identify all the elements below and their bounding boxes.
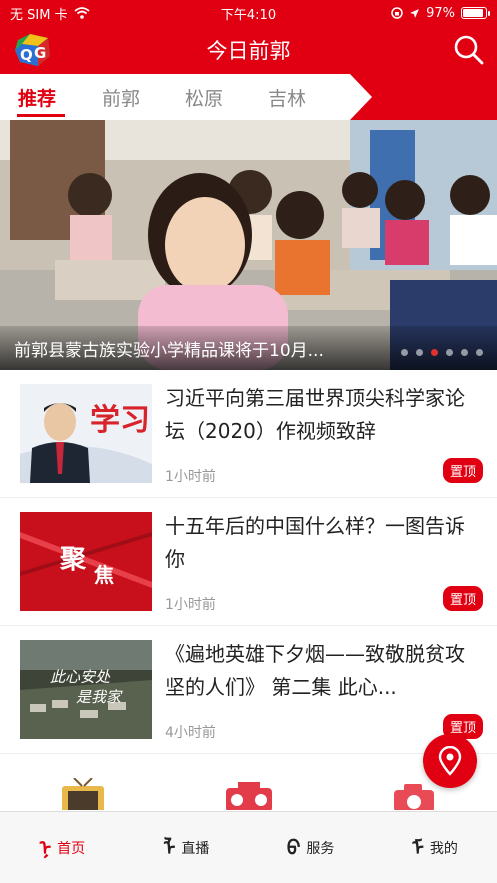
tab-mine-label: 我的 bbox=[429, 840, 458, 857]
news-thumbnail: 学习 bbox=[20, 384, 152, 483]
news-title: 习近平向第三届世界顶尖科学家论坛（2020）作视频致辞 bbox=[165, 386, 465, 443]
category-tabs: 推荐 前郭 松原 吉林 bbox=[0, 74, 497, 120]
carousel-dot[interactable] bbox=[476, 349, 483, 356]
thumbnail-text: 焦 bbox=[94, 563, 114, 587]
news-thumbnail: 此心安处 是我家 bbox=[20, 640, 152, 739]
carousel-dot[interactable] bbox=[446, 349, 453, 356]
thumbnail-text: 学习 bbox=[90, 403, 150, 438]
rotation-lock-icon bbox=[391, 7, 403, 19]
carrier-label: 无 SIM 卡 bbox=[10, 7, 68, 23]
battery-percent: 97% bbox=[426, 5, 455, 21]
bottom-tab-bar: ᠨ 首页 ᠯ 直播 ᠪ 服务 ᠮ 我的 bbox=[0, 811, 497, 883]
carousel-dots bbox=[401, 349, 483, 356]
thumbnail-text: 聚 bbox=[59, 545, 87, 575]
radio-icon bbox=[226, 782, 272, 810]
tab-home-label: 首页 bbox=[57, 840, 86, 857]
status-right: 97% bbox=[391, 5, 490, 21]
thumbnail-text: 是我家 bbox=[76, 688, 123, 706]
pinned-badge: 置顶 bbox=[442, 586, 483, 611]
thumbnail-text: 此心安处 bbox=[50, 668, 111, 686]
news-thumbnail: 聚 焦 bbox=[20, 512, 152, 611]
tab-qianguo[interactable]: 前郭 bbox=[102, 84, 140, 111]
status-bar: 无 SIM 卡 下午4:10 97% bbox=[0, 0, 497, 26]
carousel-dot-active[interactable] bbox=[431, 349, 438, 356]
banner-caption: 前郭县蒙古族实验小学精品课将于10月... bbox=[0, 326, 497, 370]
tabs-arrow-shape bbox=[0, 74, 497, 120]
tab-home[interactable]: ᠨ 首页 bbox=[0, 812, 124, 883]
tab-live-label: 直播 bbox=[181, 840, 210, 857]
svg-text:Q: Q bbox=[20, 46, 33, 64]
active-tab-indicator bbox=[17, 114, 65, 117]
service-mongolian-glyph-icon: ᠪ bbox=[286, 835, 301, 860]
tv-icon bbox=[62, 778, 104, 810]
search-icon[interactable] bbox=[453, 34, 485, 66]
tab-recommend[interactable]: 推荐 bbox=[18, 84, 56, 111]
nav-bar: Q G 今日前郭 bbox=[0, 26, 497, 74]
news-time: 4小时前 bbox=[165, 725, 216, 741]
location-button[interactable] bbox=[423, 734, 477, 788]
list-item[interactable]: 学习 习近平向第三届世界顶尖科学家论坛（2020）作视频致辞 1小时前 置顶 bbox=[0, 370, 497, 498]
tab-service-label: 服务 bbox=[306, 840, 335, 857]
news-title: 十五年后的中国什么样？一图告诉你 bbox=[165, 514, 465, 571]
banner-title: 前郭县蒙古族实验小学精品课将于10月... bbox=[14, 341, 324, 361]
svg-text:G: G bbox=[34, 44, 46, 62]
service-icons-row bbox=[0, 778, 497, 810]
news-time: 1小时前 bbox=[165, 469, 216, 485]
pinned-badge: 置顶 bbox=[442, 458, 483, 483]
location-arrow-icon bbox=[410, 8, 420, 18]
carousel-dot[interactable] bbox=[401, 349, 408, 356]
tab-jilin[interactable]: 吉林 bbox=[268, 84, 306, 111]
status-left: 无 SIM 卡 bbox=[10, 4, 90, 23]
home-mongolian-glyph-icon: ᠨ bbox=[39, 835, 52, 860]
wifi-icon bbox=[73, 7, 90, 19]
tab-service[interactable]: ᠪ 服务 bbox=[249, 812, 373, 883]
list-item[interactable]: 聚 焦 十五年后的中国什么样？一图告诉你 1小时前 置顶 bbox=[0, 498, 497, 626]
carousel-dot[interactable] bbox=[416, 349, 423, 356]
camera-icon bbox=[394, 784, 434, 810]
tab-live[interactable]: ᠯ 直播 bbox=[124, 812, 248, 883]
tab-mine[interactable]: ᠮ 我的 bbox=[373, 812, 497, 883]
battery-icon bbox=[461, 7, 490, 19]
news-list: 学习 习近平向第三届世界顶尖科学家论坛（2020）作视频致辞 1小时前 置顶 聚… bbox=[0, 370, 497, 754]
news-title: 《遍地英雄下夕烟——致敬脱贫攻坚的人们》 第二集 此心... bbox=[165, 642, 465, 699]
mine-mongolian-glyph-icon: ᠮ bbox=[411, 835, 424, 860]
page-title: 今日前郭 bbox=[206, 39, 291, 63]
news-time: 1小时前 bbox=[165, 597, 216, 613]
tab-songyuan[interactable]: 松原 bbox=[185, 84, 223, 111]
live-mongolian-glyph-icon: ᠯ bbox=[163, 835, 176, 860]
app-logo-icon[interactable]: Q G bbox=[12, 32, 54, 68]
carousel-dot[interactable] bbox=[461, 349, 468, 356]
list-item[interactable]: 此心安处 是我家 《遍地英雄下夕烟——致敬脱贫攻坚的人们》 第二集 此心... … bbox=[0, 626, 497, 754]
banner-carousel[interactable]: 前郭县蒙古族实验小学精品课将于10月... bbox=[0, 120, 497, 370]
location-pin-icon bbox=[438, 746, 462, 776]
clock: 下午4:10 bbox=[220, 7, 277, 23]
